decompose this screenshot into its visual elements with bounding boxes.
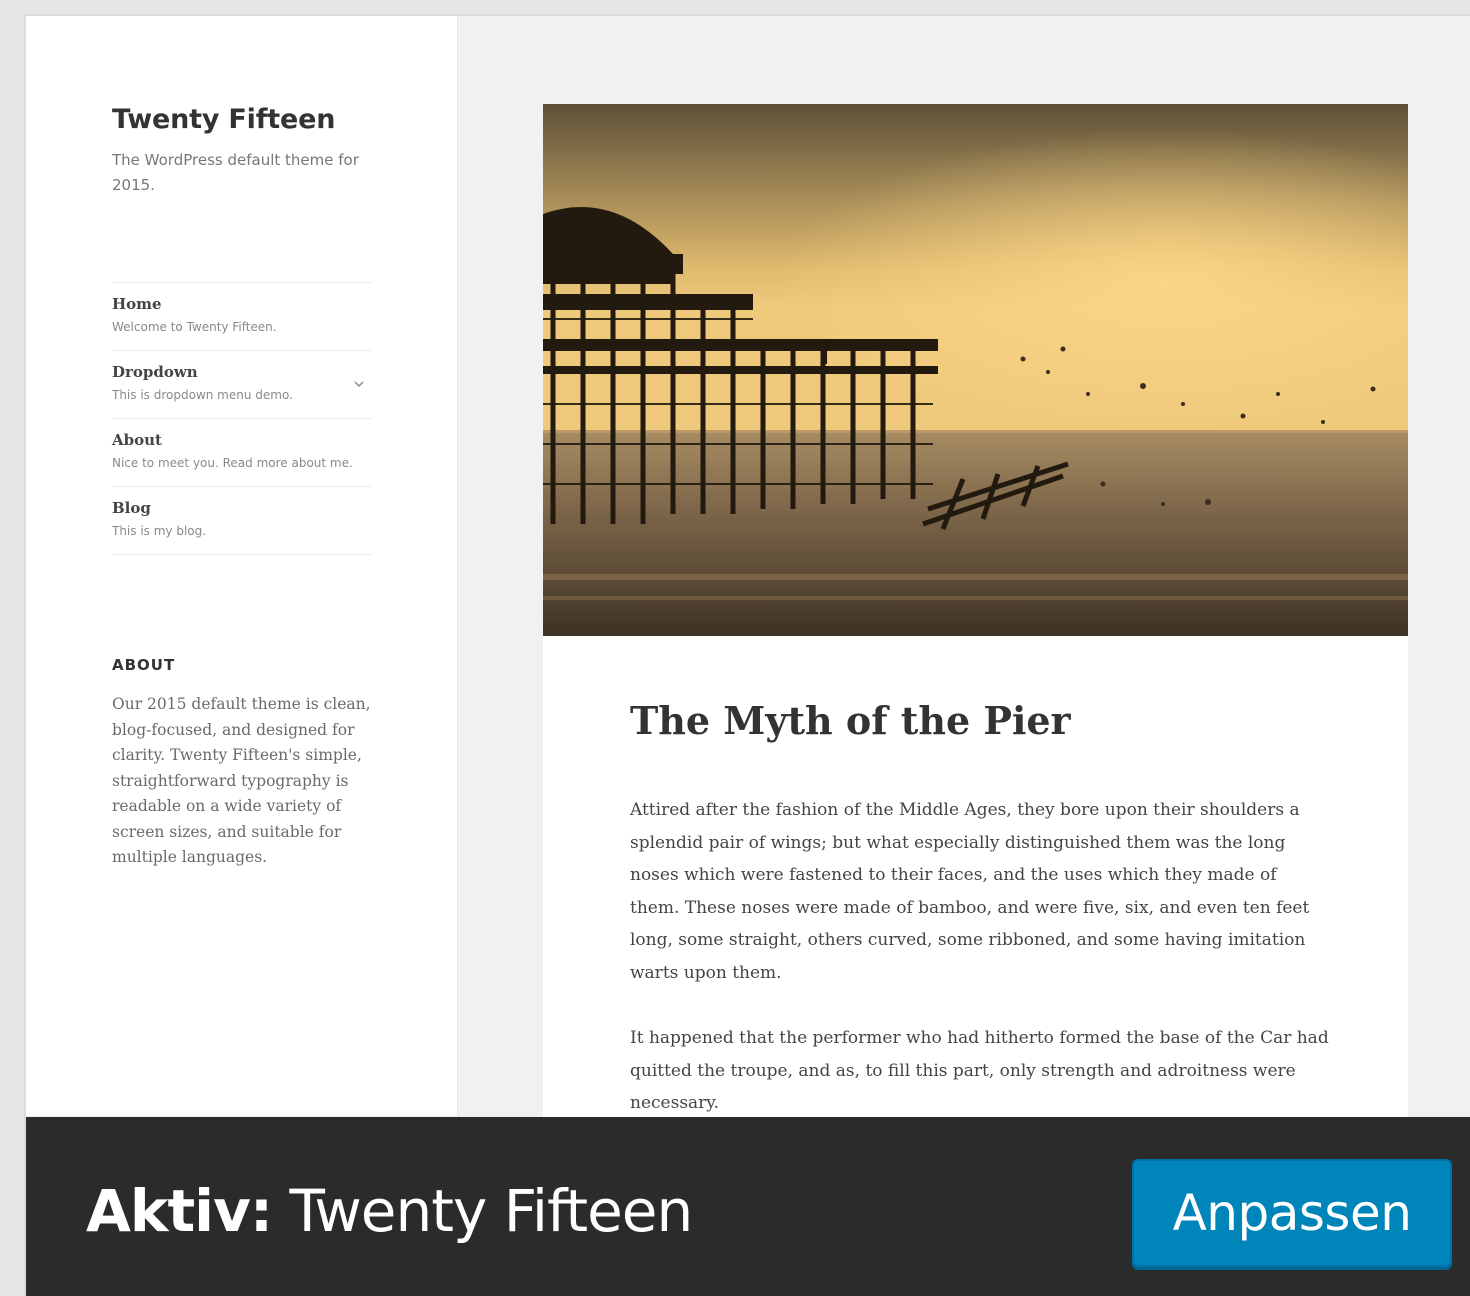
post-content: Attired after the fashion of the Middle … [630,794,1330,1153]
active-label: Aktiv: [86,1177,273,1245]
menu-item-label: Home [112,295,162,313]
menu-item-about: About Nice to meet you. Read more about … [112,419,372,487]
menu-item-dropdown: Dropdown This is dropdown menu demo. [112,351,372,419]
theme-screenshot-card[interactable]: Twenty Fifteen The WordPress default the… [24,14,1470,1296]
theme-name: Twenty Fifteen [289,1177,694,1245]
post-paragraph: It happened that the performer who had h… [630,1028,1329,1113]
menu-item-description: This is my blog. [112,524,207,538]
preview-menu: Home Welcome to Twenty Fifteen. Dropdown… [112,282,372,555]
post-title: The Myth of the Pier [630,698,1071,743]
menu-item-description: Nice to meet you. Read more about me. [112,456,353,470]
site-description: The WordPress default theme for 2015. [112,151,359,194]
menu-item-home: Home Welcome to Twenty Fifteen. [112,283,372,351]
menu-item-description: This is dropdown menu demo. [112,388,293,402]
site-title: Twenty Fifteen [112,104,336,135]
preview-sidebar: Twenty Fifteen The WordPress default the… [26,16,458,1116]
preview-post: The Myth of the Pier Attired after the f… [543,104,1408,1144]
widget-title: ABOUT [112,656,176,674]
active-theme-bar: Aktiv: Twenty Fifteen Anpassen [26,1117,1470,1296]
widget-text: Our 2015 default theme is clean, blog-fo… [112,695,371,866]
featured-image-pier [543,104,1408,636]
menu-item-blog: Blog This is my blog. [112,487,372,555]
active-theme-title: Aktiv: Twenty Fifteen [86,1177,694,1245]
menu-item-label: Blog [112,499,151,517]
customize-button[interactable]: Anpassen [1132,1159,1452,1267]
menu-item-description: Welcome to Twenty Fifteen. [112,320,277,334]
menu-item-label: About [112,431,162,449]
post-paragraph: Attired after the fashion of the Middle … [630,800,1310,983]
menu-item-label: Dropdown [112,363,198,381]
chevron-down-icon [354,381,364,388]
